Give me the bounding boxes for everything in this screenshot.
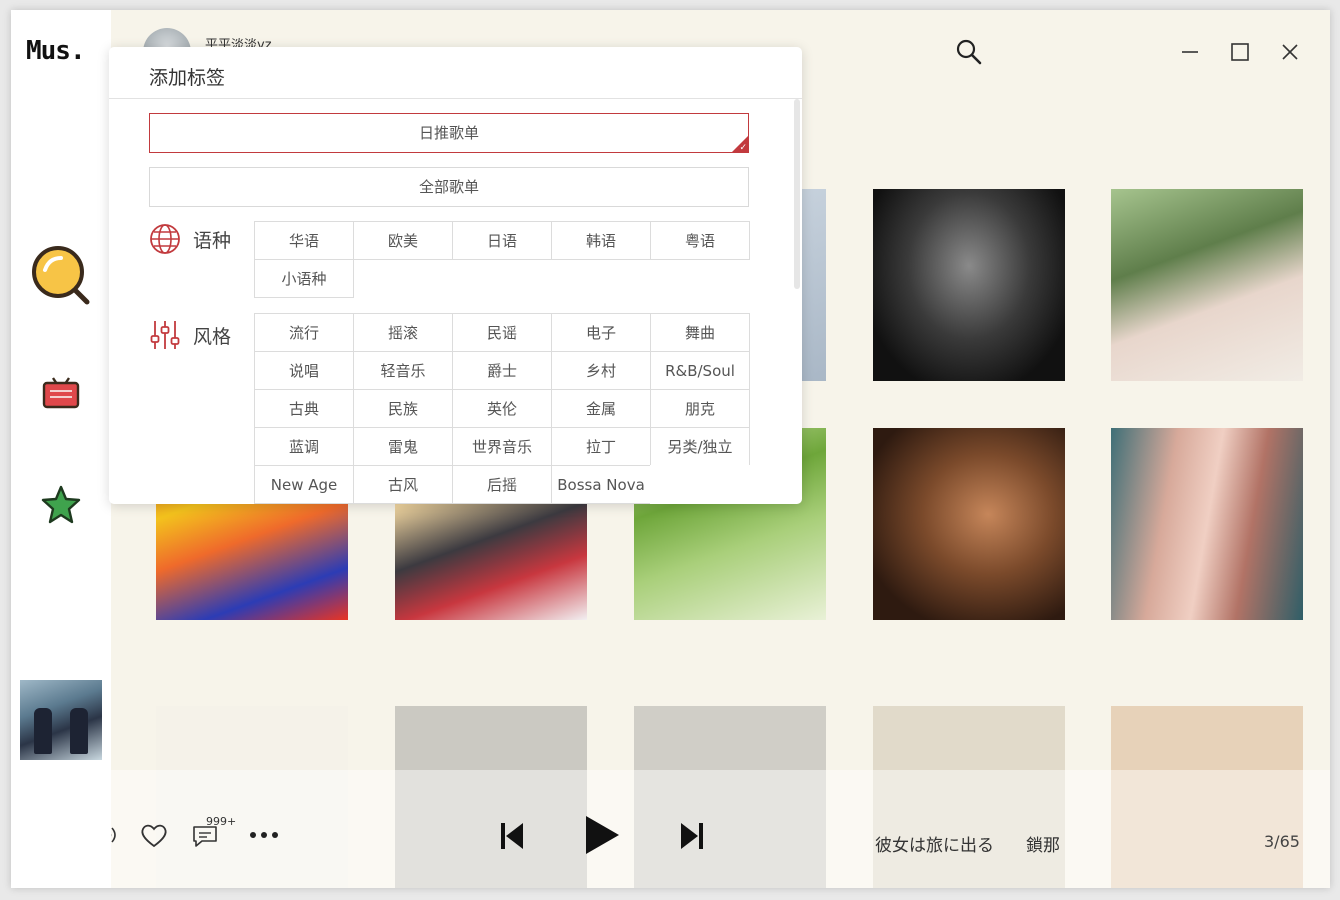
tag-option[interactable]: 粤语	[650, 221, 750, 260]
style-tag-grid: 流行 摇滚 民谣 电子 舞曲 说唱 轻音乐 爵士 乡村 R&B/Soul 古典 …	[254, 313, 750, 504]
tag-option[interactable]: 民族	[353, 389, 453, 428]
tag-option[interactable]: 摇滚	[353, 313, 453, 352]
check-icon: ✓	[739, 143, 747, 153]
tag-option[interactable]: 拉丁	[551, 427, 651, 466]
tag-option[interactable]: 蓝调	[254, 427, 354, 466]
grid-filler	[650, 465, 750, 504]
tag-option[interactable]: 另类/独立	[650, 427, 750, 466]
tag-option[interactable]: 古风	[353, 465, 453, 504]
next-icon[interactable]	[679, 822, 705, 850]
scrollbar[interactable]	[794, 99, 800, 289]
tag-label: 全部歌单	[418, 178, 479, 196]
tag-option[interactable]: Bossa Nova	[551, 465, 651, 504]
sidebar-item-discover[interactable]	[29, 244, 93, 308]
tag-option[interactable]: 民谣	[452, 313, 552, 352]
play-icon[interactable]	[583, 814, 621, 856]
close-icon[interactable]	[1278, 40, 1302, 64]
category-style: 风格	[149, 319, 231, 351]
discover-search-icon	[32, 246, 90, 305]
previous-icon[interactable]	[499, 822, 525, 850]
tag-option[interactable]: 世界音乐	[452, 427, 552, 466]
maximize-icon[interactable]	[1228, 40, 1252, 64]
playlist-cover[interactable]	[873, 428, 1065, 620]
sidebar-item-radio[interactable]	[41, 374, 81, 410]
dialog-title: 添加标签	[149, 67, 226, 89]
sidebar: Mus.	[11, 10, 111, 888]
artist-name[interactable]: 鎖那	[1026, 831, 1060, 856]
divider	[109, 98, 802, 99]
radio-icon	[42, 377, 80, 409]
tag-all-playlists[interactable]: 全部歌单	[149, 167, 749, 207]
tag-option[interactable]: 朋克	[650, 389, 750, 428]
comment-count: 999+	[206, 815, 237, 828]
category-label: 语种	[193, 229, 232, 252]
tag-option[interactable]: 舞曲	[650, 313, 750, 352]
page-indicator: 3/65	[1264, 832, 1300, 851]
add-tag-dialog: 添加标签 日推歌单 ✓ 全部歌单 语种 华语 欧美 日语 韩语 粤语 小语种 风…	[109, 47, 802, 504]
tag-label: 日推歌单	[418, 124, 479, 142]
app-logo: Mus.	[26, 36, 86, 66]
tag-option[interactable]: R&B/Soul	[650, 351, 750, 390]
tag-option[interactable]: 欧美	[353, 221, 453, 260]
tag-option[interactable]: 流行	[254, 313, 354, 352]
tag-option[interactable]: 日语	[452, 221, 552, 260]
playlist-cover[interactable]	[1111, 428, 1303, 620]
tag-option[interactable]: 后摇	[452, 465, 552, 504]
category-language: 语种	[149, 223, 231, 255]
minimize-icon[interactable]	[1178, 40, 1202, 64]
playlist-cover[interactable]	[873, 189, 1065, 381]
tag-option[interactable]: 说唱	[254, 351, 354, 390]
star-icon	[41, 485, 81, 524]
tag-daily-playlist[interactable]: 日推歌单 ✓	[149, 113, 749, 153]
sidebar-item-favorites[interactable]	[41, 484, 81, 524]
tag-option[interactable]: 爵士	[452, 351, 552, 390]
player-bar	[111, 770, 1330, 888]
tag-option[interactable]: 乡村	[551, 351, 651, 390]
tag-option[interactable]: 金属	[551, 389, 651, 428]
tag-option[interactable]: 轻音乐	[353, 351, 453, 390]
language-tag-grid: 华语 欧美 日语 韩语 粤语 小语种	[254, 221, 750, 298]
globe-icon	[150, 224, 180, 254]
search-icon[interactable]	[955, 38, 983, 66]
more-icon[interactable]	[249, 830, 279, 840]
now-playing-cover[interactable]	[20, 680, 102, 760]
tag-option[interactable]: 英伦	[452, 389, 552, 428]
tag-option[interactable]: 韩语	[551, 221, 651, 260]
heart-icon[interactable]	[139, 822, 169, 848]
song-title[interactable]: 彼女は旅に出る	[875, 831, 994, 856]
playlist-cover[interactable]	[1111, 189, 1303, 381]
equalizer-icon	[150, 321, 180, 349]
tag-option[interactable]: New Age	[254, 465, 354, 504]
tag-option[interactable]: 雷鬼	[353, 427, 453, 466]
tag-option[interactable]: 古典	[254, 389, 354, 428]
tag-option[interactable]: 小语种	[254, 259, 354, 298]
category-label: 风格	[193, 325, 232, 348]
tag-option[interactable]: 华语	[254, 221, 354, 260]
tag-option[interactable]: 电子	[551, 313, 651, 352]
